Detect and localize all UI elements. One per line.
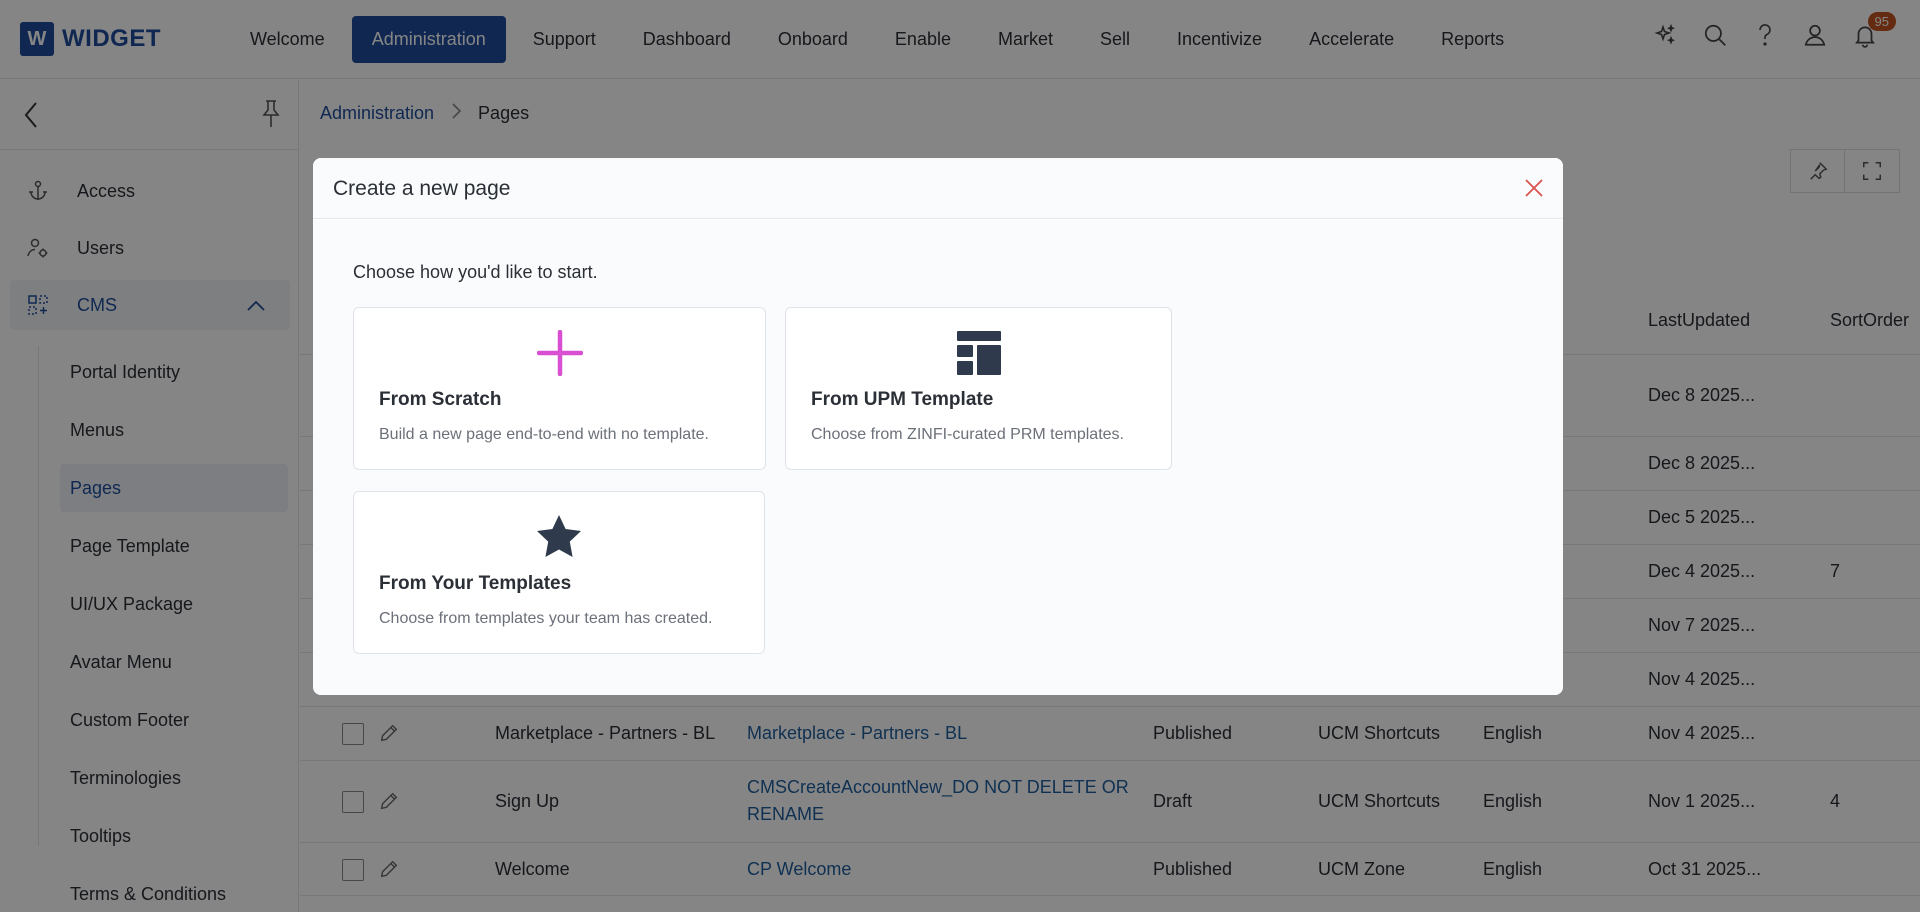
create-page-modal: Create a new page Choose how you'd like … bbox=[313, 158, 1563, 695]
modal-body: Choose how you'd like to start. From Scr… bbox=[313, 220, 1563, 695]
modal-header: Create a new page bbox=[313, 158, 1563, 219]
modal-title: Create a new page bbox=[333, 177, 511, 200]
option-description: Build a new page end-to-end with no temp… bbox=[379, 426, 709, 443]
option-description: Choose from ZINFI-curated PRM templates. bbox=[811, 426, 1124, 443]
layout-template-icon bbox=[786, 330, 1171, 376]
option-from-scratch[interactable]: From Scratch Build a new page end-to-end… bbox=[353, 307, 766, 470]
option-from-your-templates[interactable]: From Your Templates Choose from template… bbox=[353, 491, 765, 654]
option-description: Choose from templates your team has crea… bbox=[379, 610, 713, 627]
option-title: From Scratch bbox=[379, 389, 502, 410]
option-from-upm-template[interactable]: From UPM Template Choose from ZINFI-cura… bbox=[785, 307, 1172, 470]
plus-icon bbox=[354, 330, 765, 376]
close-icon[interactable] bbox=[1523, 177, 1545, 204]
star-icon bbox=[354, 514, 764, 558]
option-title: From UPM Template bbox=[811, 389, 994, 410]
modal-prompt: Choose how you'd like to start. bbox=[353, 262, 598, 282]
option-title: From Your Templates bbox=[379, 573, 572, 594]
